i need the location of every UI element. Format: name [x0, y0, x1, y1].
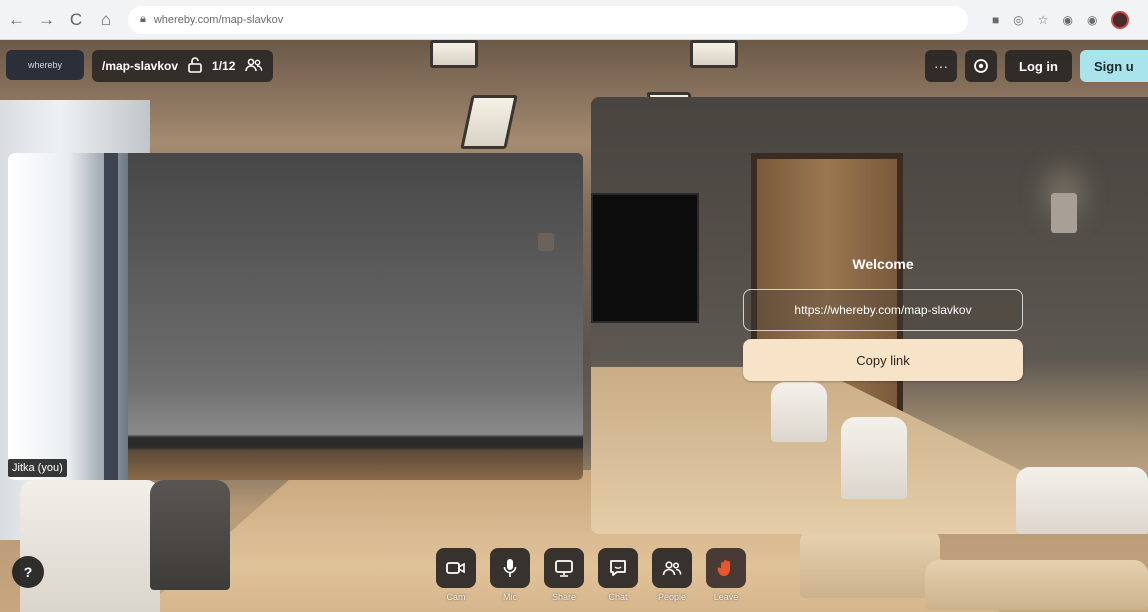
ceiling-light — [430, 40, 478, 68]
people-icon — [662, 561, 682, 576]
more-options-button[interactable]: ··· — [925, 50, 957, 82]
share-label: Share — [551, 592, 577, 602]
mic-control: Mic — [490, 548, 530, 602]
settings-button[interactable] — [965, 50, 997, 82]
leave-label: Leave — [713, 592, 739, 602]
welcome-title: Welcome — [852, 256, 914, 272]
more-icon: ··· — [934, 58, 948, 74]
reload-icon[interactable]: C — [68, 10, 84, 30]
people-button[interactable] — [652, 548, 692, 588]
chair — [800, 528, 940, 598]
address-text: whereby.com/map-slavkov — [153, 13, 284, 26]
people-control: People — [652, 548, 692, 602]
self-video-tile[interactable] — [8, 153, 583, 480]
chat-icon — [610, 560, 626, 576]
back-icon[interactable]: ← — [8, 10, 25, 30]
chat-button[interactable] — [598, 548, 638, 588]
wall-fixture — [538, 233, 554, 251]
camera-indicator-icon[interactable]: ■ — [992, 13, 999, 27]
cam-control: Cam — [436, 548, 476, 602]
wall-tv — [591, 193, 699, 323]
camera-icon — [446, 562, 465, 574]
chair — [925, 560, 1148, 610]
top-right-controls: ··· Log in Sign u — [925, 50, 1148, 82]
chair — [1016, 467, 1148, 534]
chair — [20, 480, 160, 612]
star-icon[interactable]: ☆ — [1038, 13, 1049, 27]
lock-icon: 🔒︎ — [140, 13, 146, 25]
target-icon[interactable]: ◎ — [1013, 13, 1023, 27]
forward-icon[interactable]: → — [38, 10, 55, 30]
self-name-tag: Jitka (you) — [8, 459, 67, 477]
whereby-logo[interactable]: whereby — [6, 50, 84, 80]
people-label: People — [657, 592, 687, 602]
login-button[interactable]: Log in — [1005, 50, 1072, 82]
signup-button[interactable]: Sign u — [1080, 50, 1148, 82]
screen-share-icon — [555, 560, 573, 577]
room-link-field[interactable]: https://whereby.com/map-slavkov — [743, 289, 1023, 331]
chat-control: Chat — [598, 548, 638, 602]
address-bar[interactable]: 🔒︎ whereby.com/map-slavkov — [128, 5, 968, 34]
room-info-pill[interactable]: /map-slavkov 1/12 — [92, 50, 274, 82]
participant-count: 1/12 — [212, 59, 236, 73]
wall-lamp — [1051, 193, 1077, 233]
home-icon[interactable]: ⌂ — [98, 10, 114, 30]
ceiling-light — [460, 95, 518, 149]
leave-control: Leave — [706, 548, 746, 602]
settings-icon — [974, 59, 988, 73]
extension-icon[interactable]: ◉ — [1063, 13, 1073, 27]
copy-link-button[interactable]: Copy link — [743, 339, 1023, 381]
leave-button[interactable] — [706, 548, 746, 588]
bottom-toolbar: Cam Mic Share Chat People Leave — [436, 548, 746, 602]
browser-chrome: ← → C ⌂ 🔒︎ whereby.com/map-slavkov ■ ◎ ☆… — [0, 0, 1148, 40]
people-icon[interactable] — [245, 58, 263, 75]
microphone-icon — [503, 559, 517, 577]
chat-label: Chat — [608, 592, 628, 602]
unlock-icon[interactable] — [188, 56, 202, 76]
cam-button[interactable] — [436, 548, 476, 588]
chair — [841, 417, 907, 499]
mic-label: Mic — [503, 592, 517, 602]
room-name: /map-slavkov — [102, 59, 179, 73]
browser-nav: ← → C ⌂ — [0, 10, 114, 30]
share-button[interactable] — [544, 548, 584, 588]
logo-text: whereby — [27, 60, 63, 70]
browser-extensions: ■ ◎ ☆ ◉ ◉ — [992, 10, 1130, 29]
extension-icon[interactable]: ◉ — [1087, 13, 1097, 27]
cam-label: Cam — [446, 592, 466, 602]
chair — [150, 480, 230, 590]
help-button[interactable]: ? — [12, 556, 44, 588]
mic-button[interactable] — [490, 548, 530, 588]
profile-avatar[interactable] — [1111, 10, 1130, 29]
window-in-video — [8, 153, 128, 480]
leave-hand-icon — [717, 560, 730, 576]
chair — [771, 382, 827, 442]
share-control: Share — [544, 548, 584, 602]
ceiling-light — [690, 40, 738, 68]
